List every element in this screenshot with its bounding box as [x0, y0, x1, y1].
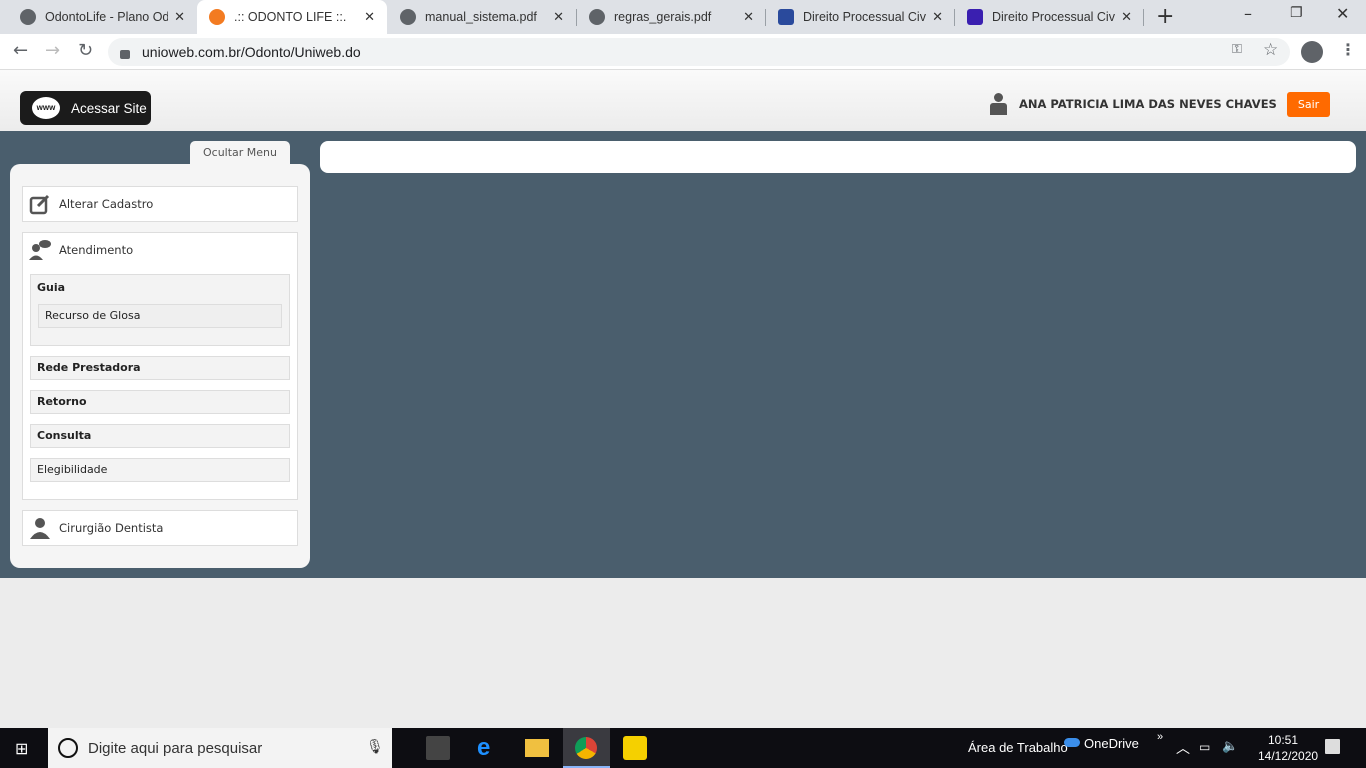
menu-atendimento-header[interactable]: Atendimento — [23, 233, 297, 267]
tab-strip: OdontoLife - Plano Odo ✕ .:: ODONTO LIFE … — [0, 0, 1366, 34]
reload-button[interactable]: ↻ — [78, 40, 93, 61]
cortana-icon — [58, 738, 78, 758]
logout-button[interactable]: Sair — [1286, 91, 1331, 117]
microphone-icon[interactable]: 🎙 — [366, 738, 384, 755]
close-tab-icon[interactable]: ✕ — [743, 9, 754, 25]
content-bar — [320, 141, 1356, 173]
page-footer-area — [0, 578, 1366, 728]
chevron-right-icon[interactable]: » — [1157, 731, 1163, 743]
globe-icon — [20, 9, 36, 25]
user-icon — [990, 93, 1007, 115]
taskbar: ⊞ Digite aqui para pesquisar 🎙 e Área de… — [0, 728, 1366, 768]
address-bar[interactable]: unioweb.com.br/Odonto/Uniweb.do — [108, 38, 1290, 66]
tab-direito-2[interactable]: Direito Processual Civil ✕ — [955, 0, 1144, 34]
restore-button[interactable]: ❐ — [1290, 5, 1303, 21]
store-icon[interactable] — [426, 736, 450, 760]
user-name: ANA PATRICIA LIMA DAS NEVES CHAVES — [1019, 97, 1277, 111]
close-tab-icon[interactable]: ✕ — [364, 9, 375, 25]
menu-alterar-cadastro[interactable]: Alterar Cadastro — [22, 186, 298, 222]
menu-consulta[interactable]: Consulta — [30, 424, 290, 448]
menu-kebab-icon[interactable]: ⋮ — [1340, 40, 1356, 59]
chrome-icon — [575, 737, 597, 759]
menu-retorno[interactable]: Retorno — [30, 390, 290, 414]
tab-manual[interactable]: manual_sistema.pdf ✕ — [388, 0, 576, 34]
chat-person-icon — [29, 239, 51, 261]
new-tab-button[interactable]: + — [1156, 4, 1174, 29]
chrome-taskbar-button[interactable] — [563, 728, 610, 768]
menu-cirurgiao-dentista[interactable]: Cirurgião Dentista — [22, 510, 298, 546]
close-tab-icon[interactable]: ✕ — [174, 9, 185, 25]
www-icon: www — [32, 97, 60, 119]
norton-icon[interactable] — [623, 736, 647, 760]
odonto-favicon-icon — [209, 9, 225, 25]
close-tab-icon[interactable]: ✕ — [932, 9, 943, 25]
clock[interactable]: 10:51 14/12/2020 — [1258, 732, 1318, 764]
close-tab-icon[interactable]: ✕ — [553, 9, 564, 25]
back-button[interactable]: ← — [13, 40, 28, 61]
hide-menu-button[interactable]: Ocultar Menu — [190, 141, 290, 165]
menu-rede-prestadora[interactable]: Rede Prestadora — [30, 356, 290, 380]
edit-icon — [29, 193, 51, 215]
acessar-site-button[interactable]: www Acessar Site — [20, 91, 151, 125]
shield-favicon-icon — [778, 9, 794, 25]
battery-icon[interactable]: ▭ — [1199, 740, 1210, 754]
user-info: ANA PATRICIA LIMA DAS NEVES CHAVES Sair — [990, 91, 1331, 117]
menu-recurso-glosa[interactable]: Recurso de Glosa — [38, 304, 282, 328]
globe-icon — [589, 9, 605, 25]
menu-elegibilidade[interactable]: Elegibilidade — [30, 458, 290, 482]
volume-icon[interactable]: 🔈 — [1222, 738, 1238, 754]
minimize-button[interactable]: – — [1244, 4, 1252, 23]
lock-icon — [120, 49, 130, 59]
tab-odonto-life-active[interactable]: .:: ODONTO LIFE ::. ✕ — [197, 0, 387, 34]
page-header: www Acessar Site ANA PATRICIA LIMA DAS NE… — [0, 70, 1366, 131]
globe-icon — [400, 9, 416, 25]
book-favicon-icon — [967, 9, 983, 25]
onedrive-label[interactable]: OneDrive — [1084, 736, 1139, 751]
browser-toolbar: ← → ↻ unioweb.com.br/Odonto/Uniweb.do ⚿ … — [0, 34, 1366, 70]
key-icon[interactable]: ⚿ — [1232, 42, 1242, 57]
close-window-button[interactable]: ✕ — [1336, 4, 1349, 23]
edge-icon[interactable]: e — [477, 736, 501, 760]
tab-odontolife[interactable]: OdontoLife - Plano Odo ✕ — [8, 0, 197, 34]
forward-button[interactable]: → — [45, 40, 60, 61]
guia-label[interactable]: Guia — [31, 275, 289, 294]
notifications-icon[interactable] — [1325, 739, 1340, 754]
chevron-up-icon[interactable]: ︿ — [1176, 738, 1190, 758]
windows-start-icon[interactable]: ⊞ — [15, 739, 28, 759]
tab-regras[interactable]: regras_gerais.pdf ✕ — [577, 0, 766, 34]
taskbar-search[interactable]: Digite aqui para pesquisar 🎙 — [48, 728, 392, 768]
profile-icon[interactable] — [1301, 41, 1323, 63]
onedrive-icon[interactable] — [1064, 738, 1080, 747]
file-explorer-icon[interactable] — [525, 739, 549, 757]
dentist-icon — [29, 517, 51, 539]
tab-direito-1[interactable]: Direito Processual Civil ✕ — [766, 0, 955, 34]
close-tab-icon[interactable]: ✕ — [1121, 9, 1132, 25]
bookmark-star-icon[interactable]: ☆ — [1263, 40, 1278, 60]
desktop-toolbar[interactable]: Área de Trabalho — [968, 740, 1068, 755]
